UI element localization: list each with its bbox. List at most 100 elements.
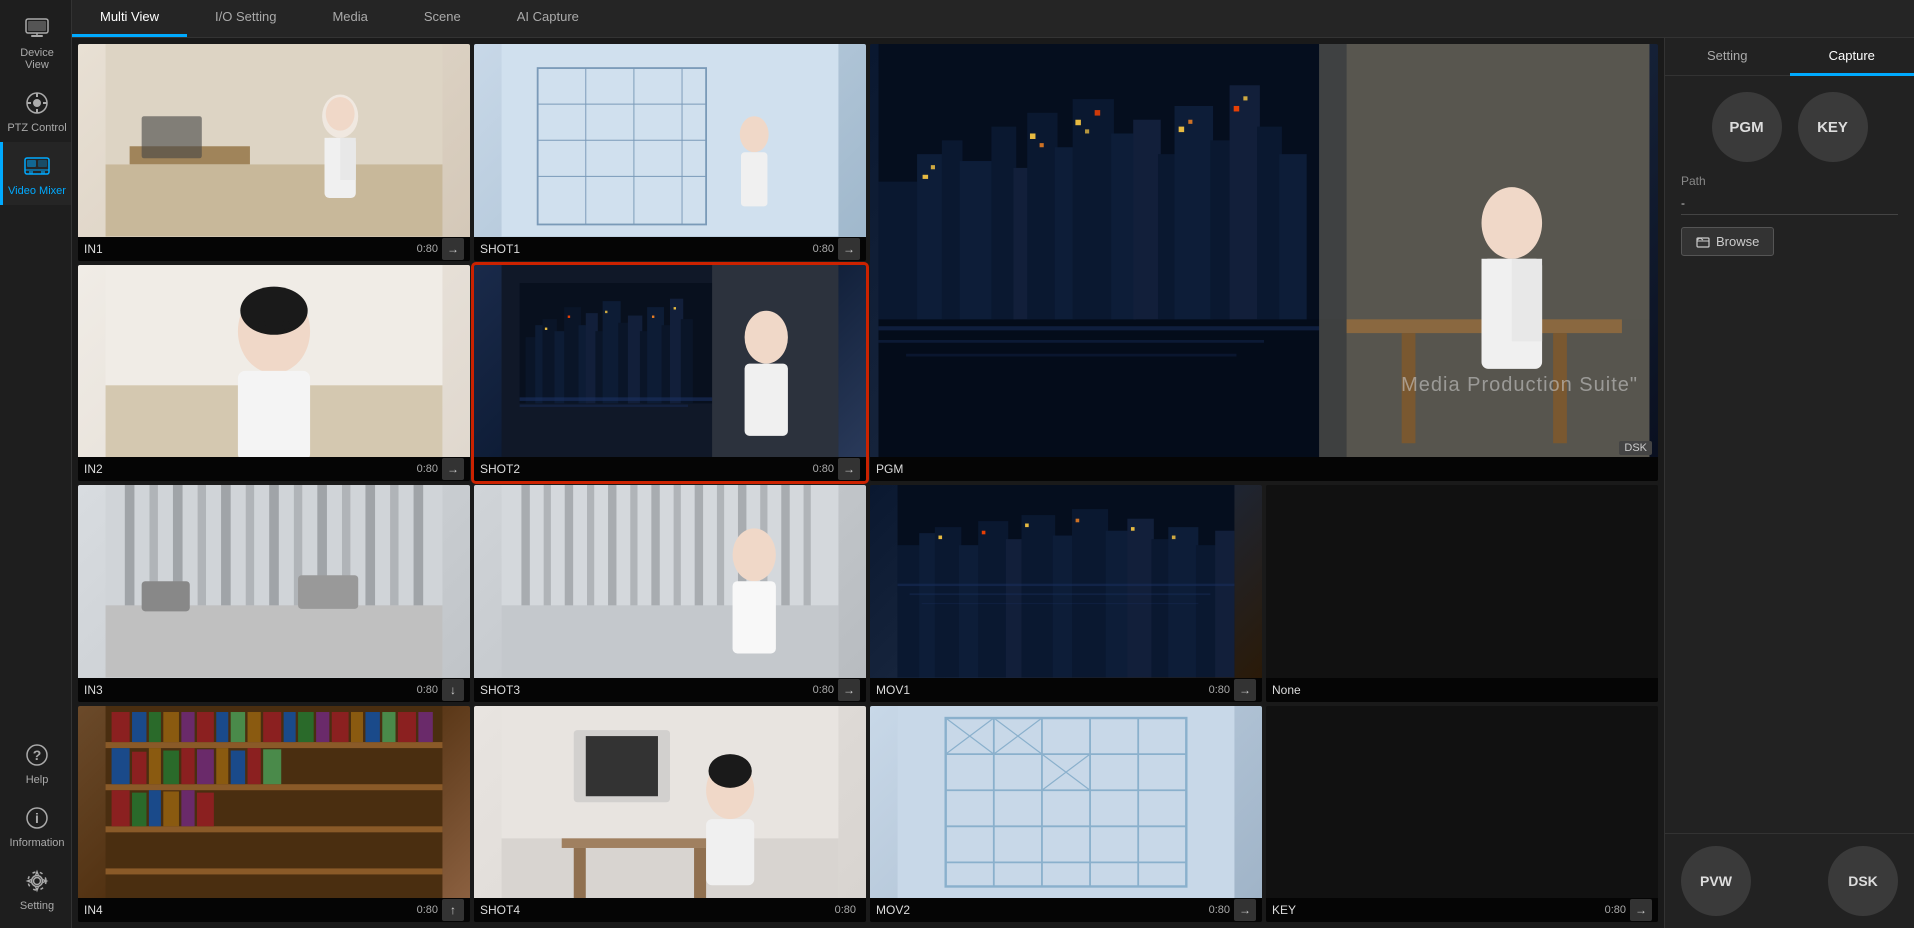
- thumb-pgm[interactable]: Media Production Suite" PGM DSK: [870, 44, 1658, 481]
- thumb-label-in2: IN2: [84, 462, 417, 476]
- sidebar-label-device-view: Device View: [7, 47, 67, 71]
- setting-icon: [21, 865, 53, 897]
- sidebar-bottom: ? Help i Information: [0, 731, 71, 928]
- thumb-time-in2: 0:80: [417, 463, 438, 475]
- pgm-key-row: PGM KEY: [1681, 92, 1898, 162]
- thumb-label-shot3: SHOT3: [480, 683, 813, 697]
- thumb-btn-in1[interactable]: →: [442, 238, 464, 260]
- sidebar-item-ptz-control[interactable]: PTZ Control: [0, 79, 71, 142]
- thumb-footer-mov1: MOV1 0:80 →: [870, 678, 1262, 702]
- thumb-time-mov1: 0:80: [1209, 684, 1230, 696]
- thumb-mov1[interactable]: MOV1 0:80 →: [870, 485, 1262, 702]
- grid-area: IN1 0:80 →: [72, 38, 1664, 928]
- sidebar-item-help[interactable]: ? Help: [0, 731, 71, 794]
- thumb-footer-shot4: SHOT4 0:80: [474, 898, 866, 922]
- thumb-footer-in2: IN2 0:80 →: [78, 457, 470, 481]
- thumb-footer-in4: IN4 0:80 ↑: [78, 898, 470, 922]
- ptz-control-icon: [21, 87, 53, 119]
- sidebar-item-setting[interactable]: Setting: [0, 857, 71, 920]
- thumb-time-in3: 0:80: [417, 684, 438, 696]
- thumb-time-shot1: 0:80: [813, 243, 834, 255]
- thumb-label-mov1: MOV1: [876, 683, 1209, 697]
- thumb-time-shot2: 0:80: [813, 463, 834, 475]
- thumb-shot4[interactable]: SHOT4 0:80: [474, 706, 866, 923]
- thumb-label-in1: IN1: [84, 242, 417, 256]
- sidebar-item-device-view[interactable]: Device View: [0, 4, 71, 79]
- sidebar-item-video-mixer[interactable]: Video Mixer: [0, 142, 71, 205]
- thumb-btn-in3[interactable]: ↓: [442, 679, 464, 701]
- thumb-mov2[interactable]: MOV2 0:80 →: [870, 706, 1262, 923]
- thumb-footer-in3: IN3 0:80 ↓: [78, 678, 470, 702]
- device-view-icon: [21, 12, 53, 44]
- sidebar-label-information: Information: [9, 837, 64, 849]
- thumb-in4[interactable]: IN4 0:80 ↑: [78, 706, 470, 923]
- sidebar: Device View PTZ Control: [0, 0, 72, 928]
- thumb-label-shot1: SHOT1: [480, 242, 813, 256]
- thumb-shot3[interactable]: SHOT3 0:80 →: [474, 485, 866, 702]
- path-value: -: [1681, 192, 1898, 215]
- sidebar-item-information[interactable]: i Information: [0, 794, 71, 857]
- thumb-btn-shot1[interactable]: →: [838, 238, 860, 260]
- key-button[interactable]: KEY: [1798, 92, 1868, 162]
- pvw-button[interactable]: PVW: [1681, 846, 1751, 916]
- tab-multi-view[interactable]: Multi View: [72, 0, 187, 37]
- thumb-footer-shot2: SHOT2 0:80 →: [474, 457, 866, 481]
- thumb-label-none: None: [1272, 683, 1652, 697]
- svg-text:?: ?: [33, 747, 42, 763]
- thumb-label-shot4: SHOT4: [480, 903, 835, 917]
- browse-icon: [1696, 235, 1710, 249]
- browse-button[interactable]: Browse: [1681, 227, 1774, 256]
- right-panel: Setting Capture PGM KEY Path -: [1664, 38, 1914, 928]
- thumb-time-shot4: 0:80: [835, 904, 856, 916]
- content: IN1 0:80 →: [72, 38, 1914, 928]
- dsk-button[interactable]: DSK: [1828, 846, 1898, 916]
- thumb-shot1[interactable]: SHOT1 0:80 →: [474, 44, 866, 261]
- thumb-label-mov2: MOV2: [876, 903, 1209, 917]
- thumb-btn-key[interactable]: →: [1630, 899, 1652, 921]
- thumb-footer-shot3: SHOT3 0:80 →: [474, 678, 866, 702]
- tab-setting[interactable]: Setting: [1665, 38, 1790, 76]
- thumb-btn-shot2[interactable]: →: [838, 458, 860, 480]
- thumb-shot2[interactable]: SHOT2 0:80 →: [474, 265, 866, 482]
- tab-media[interactable]: Media: [304, 0, 395, 37]
- sidebar-label-help: Help: [26, 774, 49, 786]
- thumb-btn-mov1[interactable]: →: [1234, 679, 1256, 701]
- thumb-time-in4: 0:80: [417, 904, 438, 916]
- path-section: Path -: [1681, 174, 1898, 215]
- thumb-footer-none: None: [1266, 678, 1658, 702]
- thumb-btn-mov2[interactable]: →: [1234, 899, 1256, 921]
- pgm-overlay-text: Media Production Suite": [1401, 374, 1638, 397]
- thumb-footer-in1: IN1 0:80 →: [78, 237, 470, 261]
- top-nav: Multi View I/O Setting Media Scene AI Ca…: [72, 0, 1914, 38]
- tab-scene[interactable]: Scene: [396, 0, 489, 37]
- thumb-in2[interactable]: IN2 0:80 →: [78, 265, 470, 482]
- thumb-label-key: KEY: [1272, 903, 1605, 917]
- thumb-label-in3: IN3: [84, 683, 417, 697]
- video-mixer-icon: [21, 150, 53, 182]
- right-tabs: Setting Capture: [1665, 38, 1914, 76]
- right-bottom: PVW DSK: [1665, 833, 1914, 928]
- thumb-btn-shot3[interactable]: →: [838, 679, 860, 701]
- tab-ai-capture[interactable]: AI Capture: [489, 0, 607, 37]
- dsk-badge: DSK: [1619, 441, 1652, 455]
- pgm-button[interactable]: PGM: [1712, 92, 1782, 162]
- thumb-time-shot3: 0:80: [813, 684, 834, 696]
- thumb-key[interactable]: KEY 0:80 →: [1266, 706, 1658, 923]
- thumb-none[interactable]: None: [1266, 485, 1658, 702]
- thumb-btn-in2[interactable]: →: [442, 458, 464, 480]
- help-icon: ?: [21, 739, 53, 771]
- thumb-label-in4: IN4: [84, 903, 417, 917]
- tab-io-setting[interactable]: I/O Setting: [187, 0, 304, 37]
- right-content: PGM KEY Path - Browse: [1665, 76, 1914, 833]
- tab-capture[interactable]: Capture: [1790, 38, 1914, 76]
- thumb-time-key: 0:80: [1605, 904, 1626, 916]
- thumb-btn-in4[interactable]: ↑: [442, 899, 464, 921]
- thumb-in1[interactable]: IN1 0:80 →: [78, 44, 470, 261]
- path-label: Path: [1681, 174, 1898, 188]
- thumb-time-mov2: 0:80: [1209, 904, 1230, 916]
- information-icon: i: [21, 802, 53, 834]
- thumb-footer-mov2: MOV2 0:80 →: [870, 898, 1262, 922]
- thumb-in3[interactable]: IN3 0:80 ↓: [78, 485, 470, 702]
- thumb-time-in1: 0:80: [417, 243, 438, 255]
- thumb-label-shot2: SHOT2: [480, 462, 813, 476]
